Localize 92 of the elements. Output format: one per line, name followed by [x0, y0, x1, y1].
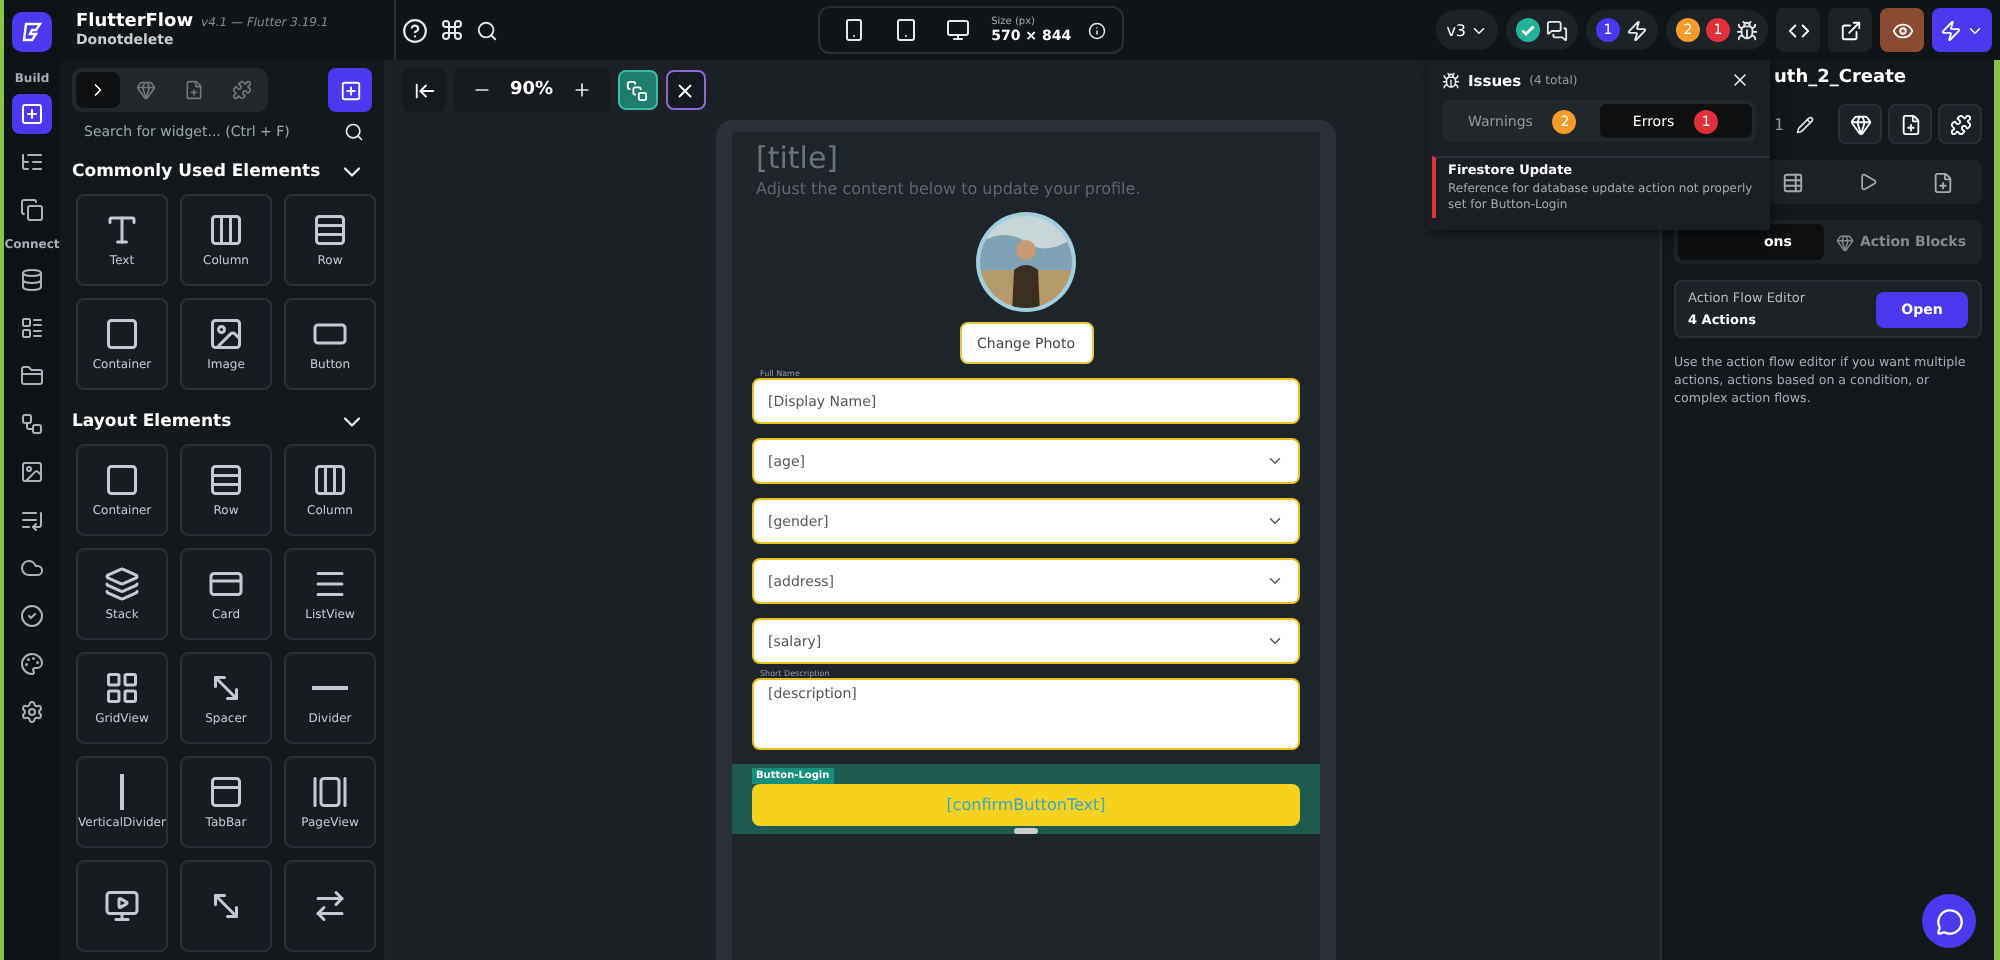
file-plus-icon: [184, 80, 204, 100]
chevron-down-icon: [1266, 572, 1284, 590]
layers-button[interactable]: [617, 70, 658, 110]
info-icon: [1087, 21, 1106, 39]
section-title: Commonly Used Elements: [72, 162, 321, 182]
grid-icon: [104, 670, 140, 706]
chat-icon: [1546, 19, 1569, 41]
variables-button[interactable]: [665, 70, 706, 110]
eye-icon: [1891, 19, 1914, 41]
zoom-level: 90%: [510, 80, 554, 100]
text-list-icon: [20, 508, 44, 532]
page-subtitle: Adjust the content below to update your profile.: [756, 180, 1141, 198]
close-icon: [1730, 70, 1750, 90]
expand-icon: [208, 888, 244, 924]
section-title: Layout Elements: [72, 412, 232, 432]
lightning-icon: [1940, 19, 1963, 41]
add-widget-icon: [20, 102, 44, 126]
resize-handle[interactable]: [1014, 828, 1038, 834]
widget-title: uth_2_Create: [1774, 68, 1909, 88]
chat-icon: [1935, 907, 1963, 935]
phone-icon: [841, 18, 866, 42]
search-icon: [476, 19, 498, 41]
folder-icon: [20, 364, 44, 388]
image-icon: [20, 460, 44, 484]
chevron-down-icon: [1266, 632, 1284, 650]
spacer-icon: [208, 670, 244, 706]
cross-icon: [674, 79, 697, 101]
version-dropdown[interactable]: v3: [1436, 10, 1499, 50]
check-icon: [1516, 18, 1541, 42]
chevron-down-icon: [1266, 512, 1284, 530]
add-widget-button[interactable]: [1888, 104, 1932, 144]
stack-icon: [104, 566, 140, 602]
add-widget-button[interactable]: [328, 68, 372, 112]
run-button[interactable]: [1932, 8, 1993, 52]
tab-bar-icon: [208, 774, 244, 810]
swap-icon: [312, 888, 348, 924]
gem-icon: [1835, 233, 1854, 251]
puzzle-icon: [232, 80, 252, 100]
settings-icon: [20, 700, 44, 724]
cloud-icon: [20, 556, 44, 580]
table-icon: [1781, 171, 1804, 193]
monitor-icon: [104, 888, 140, 924]
external-link-icon: [1839, 19, 1862, 41]
plus-icon: [571, 80, 592, 100]
collapse-icon: [413, 79, 435, 101]
gem-button[interactable]: [1838, 104, 1882, 144]
page-view-icon: [312, 774, 348, 810]
list-tree-icon: [20, 150, 44, 174]
tablet-icon: [893, 18, 918, 42]
rail-item[interactable]: [12, 94, 52, 134]
bug-icon: [1736, 19, 1759, 41]
puzzle-button[interactable]: [1938, 104, 1982, 144]
text-icon: [104, 212, 140, 248]
gem-icon: [1849, 113, 1871, 135]
widget-tile[interactable]: [76, 860, 168, 952]
layout-list-icon: [20, 316, 44, 340]
code-button[interactable]: [1776, 8, 1821, 52]
palette-icon: [20, 652, 44, 676]
open-external-button[interactable]: [1828, 8, 1873, 52]
pages-icon: [20, 198, 44, 222]
chevron-down-icon: [1266, 452, 1284, 470]
monitor-icon: [945, 18, 970, 42]
preview-button[interactable]: [1880, 8, 1925, 52]
gem-icon: [136, 80, 156, 100]
card-icon: [208, 566, 244, 602]
play-icon: [1857, 172, 1878, 192]
collapse-button[interactable]: [402, 68, 446, 112]
status-pill[interactable]: [1506, 10, 1579, 50]
file-plus-icon: [1899, 113, 1921, 135]
stack-icon: [626, 79, 649, 101]
widget-tile[interactable]: [284, 860, 376, 952]
divider-icon: [312, 686, 348, 690]
nodes-icon: [20, 412, 44, 436]
file-plus-icon: [1932, 171, 1955, 193]
count-label: 1: [1774, 115, 1785, 133]
pencil-icon: [1796, 115, 1815, 133]
page-title: [title]: [756, 140, 839, 176]
image-icon: [208, 316, 244, 352]
help-icon: [402, 17, 428, 43]
code-icon: [1787, 19, 1810, 41]
bug-icon: [1442, 71, 1460, 89]
check-circle-icon: [20, 604, 44, 628]
database-icon: [20, 268, 44, 292]
search-icon: [344, 122, 364, 142]
list-icon: [312, 566, 348, 602]
lightning-icon: [1626, 19, 1649, 41]
vertical-divider-icon: [120, 774, 124, 810]
add-widget-icon: [339, 79, 361, 101]
command-icon: [440, 18, 464, 42]
puzzle-icon: [1949, 113, 1971, 135]
app-logo[interactable]: [12, 12, 52, 52]
widget-tile[interactable]: [180, 860, 272, 952]
